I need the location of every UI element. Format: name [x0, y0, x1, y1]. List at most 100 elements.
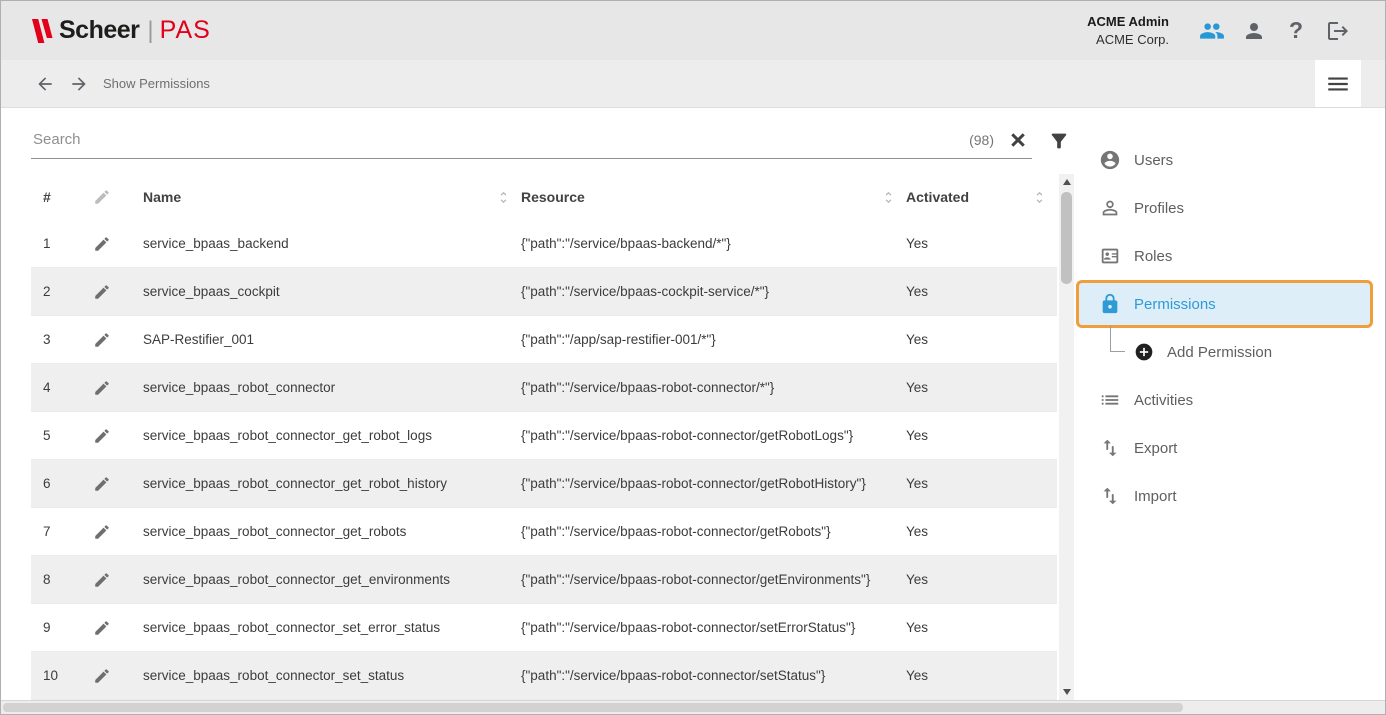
edit-row-button[interactable]	[93, 523, 143, 541]
organization-name: ACME Corp.	[1087, 31, 1169, 49]
row-activated: Yes	[906, 476, 1057, 491]
horizontal-scrollbar[interactable]	[1, 700, 1385, 714]
filter-button[interactable]	[1048, 130, 1070, 152]
vertical-scrollbar[interactable]	[1059, 174, 1074, 700]
scroll-up-button[interactable]	[1059, 174, 1074, 190]
logout-icon	[1326, 19, 1350, 43]
table-region: # Name Resource Activa	[31, 174, 1074, 700]
header-index: #	[31, 189, 93, 205]
search-box: (98)	[31, 124, 1032, 159]
clear-search-button[interactable]	[1008, 130, 1028, 150]
edit-row-button[interactable]	[93, 283, 143, 301]
row-resource: {"path":"/service/bpaas-robot-connector/…	[521, 620, 906, 635]
scrollbar-track[interactable]	[1059, 190, 1074, 684]
sidebar-item-roles[interactable]: Roles	[1074, 232, 1385, 280]
row-index: 4	[31, 380, 93, 395]
row-name: service_bpaas_backend	[143, 236, 521, 251]
sidebar-item-label: Add Permission	[1167, 344, 1272, 361]
row-activated: Yes	[906, 332, 1057, 347]
row-name: service_bpaas_robot_connector_set_status	[143, 668, 521, 683]
triangle-up-icon	[1063, 179, 1071, 185]
header-activated-label: Activated	[906, 189, 969, 205]
group-icon	[1199, 18, 1225, 44]
add-circle-icon	[1134, 342, 1154, 362]
account-button[interactable]	[1233, 10, 1275, 52]
scheer-logo-icon	[31, 18, 55, 44]
person-outline-icon	[1099, 197, 1121, 219]
pencil-icon	[93, 523, 111, 541]
table-row: 9 service_bpaas_robot_connector_set_erro…	[31, 604, 1057, 652]
edit-row-button[interactable]	[93, 235, 143, 253]
row-resource: {"path":"/app/sap-restifier-001/*"}	[521, 332, 906, 347]
menu-toggle-button[interactable]	[1315, 60, 1361, 107]
sidebar-item-add-permission[interactable]: Add Permission	[1074, 328, 1385, 376]
header-name-label: Name	[143, 189, 181, 205]
person-icon	[1242, 19, 1266, 43]
back-button[interactable]	[31, 70, 59, 98]
header-edit-column	[93, 188, 143, 206]
table-row: 7 service_bpaas_robot_connector_get_robo…	[31, 508, 1057, 556]
scrollbar-thumb[interactable]	[1061, 192, 1072, 284]
table-row: 8 service_bpaas_robot_connector_get_envi…	[31, 556, 1057, 604]
scheer-pas-logo: Scheer | PAS	[31, 16, 211, 45]
content-area: (98) #	[1, 108, 1385, 700]
user-info: ACME Admin ACME Corp.	[1087, 13, 1169, 48]
help-button[interactable]: ?	[1275, 10, 1317, 52]
user-management-button[interactable]	[1191, 10, 1233, 52]
horizontal-scrollbar-thumb[interactable]	[3, 703, 1183, 712]
user-name: ACME Admin	[1087, 13, 1169, 31]
search-input[interactable]	[33, 131, 969, 148]
row-resource: {"path":"/service/bpaas-robot-connector/…	[521, 476, 906, 491]
header-name[interactable]: Name	[143, 189, 521, 205]
sidebar-item-label: Export	[1134, 440, 1177, 457]
row-name: service_bpaas_robot_connector	[143, 380, 521, 395]
sidebar-item-profiles[interactable]: Profiles	[1074, 184, 1385, 232]
row-index: 2	[31, 284, 93, 299]
navigation-bar: Show Permissions	[1, 60, 1385, 108]
edit-row-button[interactable]	[93, 571, 143, 589]
pencil-icon	[93, 475, 111, 493]
pencil-icon	[93, 427, 111, 445]
sidebar-item-export[interactable]: Export	[1074, 424, 1385, 472]
logout-button[interactable]	[1317, 10, 1359, 52]
logo-separator: |	[147, 17, 153, 45]
row-index: 9	[31, 620, 93, 635]
edit-row-button[interactable]	[93, 427, 143, 445]
forward-button[interactable]	[65, 70, 93, 98]
row-name: service_bpaas_cockpit	[143, 284, 521, 299]
edit-row-button[interactable]	[93, 667, 143, 685]
edit-row-button[interactable]	[93, 379, 143, 397]
table-header: # Name Resource Activa	[31, 174, 1057, 220]
table-row: 1 service_bpaas_backend {"path":"/servic…	[31, 220, 1057, 268]
list-icon	[1099, 389, 1121, 411]
logo-text-pas: PAS	[160, 16, 211, 45]
sidebar-item-import[interactable]: Import	[1074, 472, 1385, 520]
header-activated[interactable]: Activated	[906, 189, 1057, 205]
sidebar-item-activities[interactable]: Activities	[1074, 376, 1385, 424]
row-index: 7	[31, 524, 93, 539]
permissions-table: # Name Resource Activa	[31, 174, 1057, 700]
sidebar-item-users[interactable]: Users	[1074, 136, 1385, 184]
sidebar-item-permissions[interactable]: Permissions	[1076, 280, 1373, 328]
sort-icon	[881, 190, 896, 205]
scroll-down-button[interactable]	[1059, 684, 1074, 700]
header-resource[interactable]: Resource	[521, 189, 906, 205]
logo-text-scheer: Scheer	[59, 16, 139, 45]
pencil-icon	[93, 283, 111, 301]
table-row: 3 SAP-Restifier_001 {"path":"/app/sap-re…	[31, 316, 1057, 364]
table-row: 10 service_bpaas_robot_connector_set_sta…	[31, 652, 1057, 700]
row-name: service_bpaas_robot_connector_set_error_…	[143, 620, 521, 635]
edit-row-button[interactable]	[93, 331, 143, 349]
row-resource: {"path":"/service/bpaas-cockpit-service/…	[521, 284, 906, 299]
row-index: 6	[31, 476, 93, 491]
edit-row-button[interactable]	[93, 475, 143, 493]
import-export-icon	[1099, 437, 1121, 459]
arrow-forward-icon	[69, 74, 89, 94]
edit-row-button[interactable]	[93, 619, 143, 637]
row-name: service_bpaas_robot_connector_get_robot_…	[143, 476, 521, 491]
badge-icon	[1099, 245, 1121, 267]
row-activated: Yes	[906, 428, 1057, 443]
search-row: (98)	[31, 118, 1074, 164]
help-icon: ?	[1289, 17, 1303, 44]
page-title: Show Permissions	[103, 76, 210, 91]
